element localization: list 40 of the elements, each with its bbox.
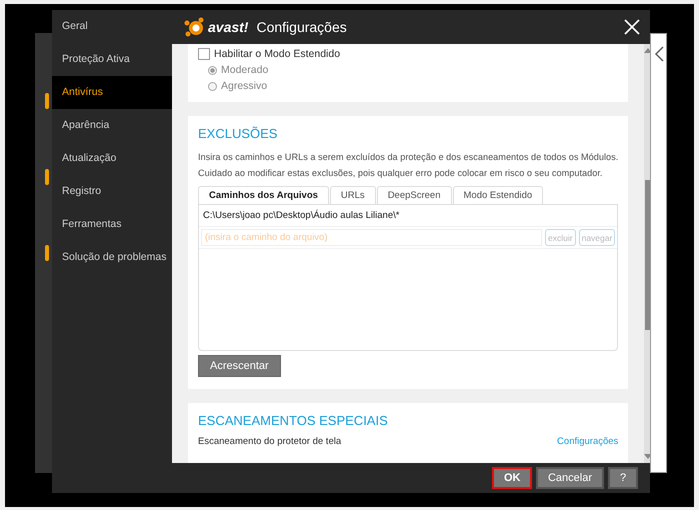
scroll-up-icon[interactable] xyxy=(644,48,650,53)
radio-label: Moderado xyxy=(221,64,268,76)
radio-label: Agressivo xyxy=(221,80,268,92)
radio-button[interactable] xyxy=(208,82,217,90)
app-icon xyxy=(45,93,49,109)
sidebar-item[interactable]: Aparência xyxy=(52,109,172,142)
add-button[interactable]: Acrescentar xyxy=(198,355,281,377)
app-icon xyxy=(45,245,49,261)
sidebar-item[interactable]: Antivírus xyxy=(52,76,172,109)
sidebar-item[interactable]: Geral xyxy=(52,10,172,43)
logo-icon xyxy=(184,17,206,37)
section-title: EXCLUSÕES xyxy=(198,126,278,141)
description-text: Cuidado ao modificar estas exclusões, pois qualquer erro pode colocar em risco o seu computador. xyxy=(198,167,604,180)
scan-label: Escaneamento do protetor de tela xyxy=(198,436,342,447)
tab[interactable]: Caminhos dos Arquivos xyxy=(198,186,329,204)
scroll-down-icon[interactable] xyxy=(644,454,650,459)
sidebar-item[interactable]: Proteção Ativa xyxy=(52,43,172,76)
checkbox[interactable] xyxy=(198,48,210,60)
help-button[interactable]: ? xyxy=(608,467,638,489)
close-icon[interactable] xyxy=(624,19,640,35)
tab[interactable]: URLs xyxy=(330,186,376,204)
window-title: Configurações xyxy=(256,19,347,35)
cancel-button[interactable]: Cancelar xyxy=(536,467,604,489)
sidebar-item[interactable]: Registro xyxy=(52,175,172,208)
path-entry[interactable]: C:\Users\joao pc\Desktop\Áudio aulas Liliane\* xyxy=(199,205,618,227)
logo-text: avast! xyxy=(208,19,248,35)
section-title: ESCANEAMENTOS ESPECIAIS xyxy=(198,413,389,428)
description-text: Insira os caminhos e URLs a serem excluídos da proteção e dos escaneamentos de todos os Módulos. xyxy=(198,151,618,164)
scrollbar[interactable] xyxy=(644,44,650,463)
path-input-field[interactable]: (insira o caminho do arquivo) xyxy=(201,229,542,246)
checkbox-label: Habilitar o Modo Estendido xyxy=(214,48,340,60)
sidebar-item[interactable]: Ferramentas xyxy=(52,208,172,241)
app-icon xyxy=(45,169,49,185)
sidebar-item[interactable]: Atualização xyxy=(52,142,172,175)
tab[interactable]: DeepScreen xyxy=(376,186,452,204)
sidebar-item[interactable]: Solução de problemas xyxy=(52,241,172,274)
chevron-left-icon[interactable] xyxy=(654,46,664,62)
ok-button[interactable]: OK xyxy=(492,467,532,489)
radio-button[interactable] xyxy=(208,66,217,74)
tab[interactable]: Modo Estendido xyxy=(452,186,544,204)
